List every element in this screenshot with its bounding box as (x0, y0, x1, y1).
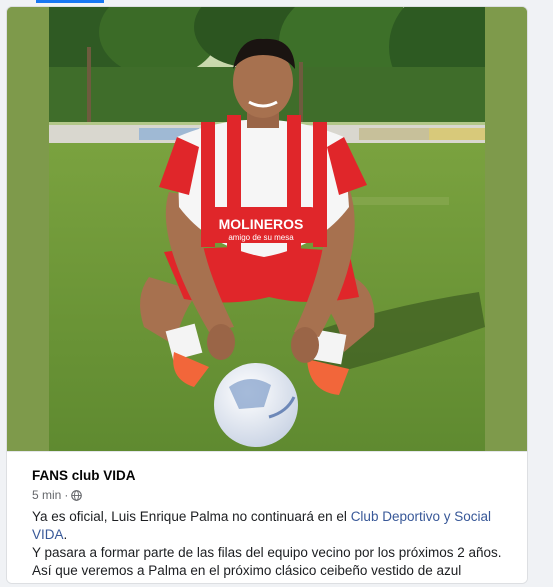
post-caption: FANS club VIDA 5 min · Ya es oficial, Lu… (7, 451, 527, 583)
post-card: MOLINEROS amigo de su mesa FANS club VID… (6, 6, 528, 584)
globe-icon[interactable] (71, 489, 83, 501)
post-photo[interactable]: MOLINEROS amigo de su mesa (49, 7, 485, 451)
jersey-sponsor-sub: amigo de su mesa (228, 233, 294, 242)
post-meta: 5 min · (32, 488, 83, 502)
meta-separator: · (64, 488, 69, 502)
post-time[interactable]: 5 min (32, 488, 61, 502)
soccer-ball (214, 363, 298, 447)
post-author[interactable]: FANS club VIDA (32, 468, 136, 483)
post-text-segment: . (63, 527, 68, 542)
post-text-line-3: Así que veremos a Palma en el próximo cl… (32, 563, 462, 578)
top-accent-bar (36, 0, 104, 3)
photo-side-padding-right (485, 7, 527, 451)
post-text-line-2: Y pasara a formar parte de las filas del… (32, 545, 502, 560)
jersey-sponsor-text: MOLINEROS (219, 216, 304, 232)
post-photo-container[interactable]: MOLINEROS amigo de su mesa (7, 7, 527, 451)
photo-side-padding-left (7, 7, 49, 451)
post-text: Ya es oficial, Luis Enrique Palma no con… (32, 508, 517, 580)
post-text-segment: Ya es oficial, Luis Enrique Palma no con… (32, 509, 351, 524)
post-text-line-1: Ya es oficial, Luis Enrique Palma no con… (32, 508, 517, 544)
